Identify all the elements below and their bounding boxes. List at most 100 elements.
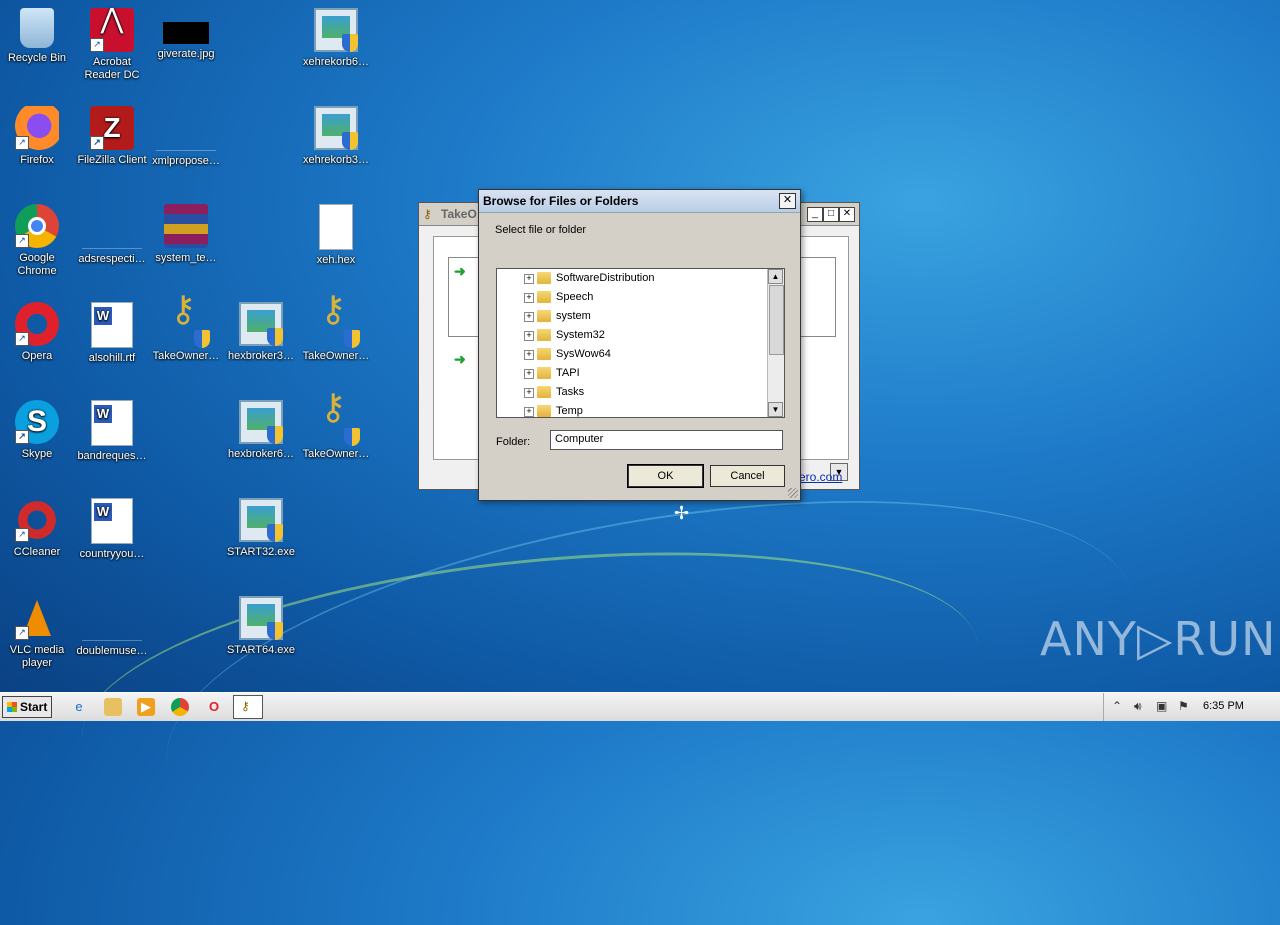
desktop-icon-chrome[interactable]: ↗ Google Chrome: [0, 204, 74, 278]
tree-item-label: SoftwareDistribution: [556, 272, 655, 284]
tree-item-label: Speech: [556, 291, 594, 303]
close-button[interactable]: ✕: [779, 193, 796, 209]
tree-item-label: Temp: [556, 405, 583, 417]
file-icon: [319, 204, 353, 250]
takeown-taskbar-button[interactable]: ⚷: [233, 695, 263, 719]
expand-icon[interactable]: +: [524, 312, 534, 322]
minimize-button[interactable]: _: [807, 207, 823, 222]
internet-explorer-icon[interactable]: e: [70, 698, 88, 716]
expand-icon[interactable]: +: [524, 331, 534, 341]
keys-icon: ⚷: [241, 699, 250, 713]
acrobat-icon: ↗: [90, 8, 134, 52]
desktop-icon-label: xeh.hex: [316, 254, 356, 266]
website-link[interactable]: ero.com: [799, 470, 842, 484]
desktop-icon-filezilla[interactable]: Z ↗ FileZilla Client: [75, 106, 149, 167]
close-button[interactable]: ✕: [839, 207, 855, 222]
expand-icon[interactable]: +: [524, 274, 534, 284]
desktop-icon-start64[interactable]: START64.exe: [224, 596, 298, 657]
desktop-icon-recycle-bin[interactable]: Recycle Bin: [0, 8, 74, 65]
desktop-icon-countryyou[interactable]: countryyou…: [75, 498, 149, 561]
desktop-icon-start32[interactable]: START32.exe: [224, 498, 298, 559]
scroll-up-icon[interactable]: ▲: [768, 269, 783, 284]
tree-item[interactable]: + Tasks: [497, 383, 767, 402]
expand-icon[interactable]: +: [524, 407, 534, 417]
keys-icon: [164, 302, 210, 348]
cancel-button[interactable]: Cancel: [710, 465, 785, 487]
dialog-title: Browse for Files or Folders: [483, 194, 639, 208]
tree-item[interactable]: + Temp: [497, 402, 767, 417]
desktop-icon-xehrekorb6[interactable]: xehrekorb6…: [299, 8, 373, 69]
clock[interactable]: 6:35 PM: [1203, 700, 1244, 712]
word-doc-icon: [91, 302, 133, 348]
desktop-icon-alsohill[interactable]: alsohill.rtf: [75, 302, 149, 365]
dialog-titlebar[interactable]: Browse for Files or Folders ✕: [479, 190, 800, 213]
tree-item[interactable]: + system: [497, 307, 767, 326]
file-explorer-icon[interactable]: [104, 698, 122, 716]
tree-item[interactable]: + System32: [497, 326, 767, 345]
maximize-button[interactable]: □: [823, 207, 839, 222]
shortcut-arrow-icon: ↗: [90, 136, 104, 150]
tree-item-label: system: [556, 310, 591, 322]
desktop-icon-label: Recycle Bin: [7, 52, 67, 64]
desktop-icon-xeh-hex[interactable]: xeh.hex: [299, 204, 373, 267]
desktop-icon-xehrekorb3[interactable]: xehrekorb3…: [299, 106, 373, 167]
scroll-down-icon[interactable]: ▼: [768, 402, 783, 417]
desktop-icon-doublemuse[interactable]: doublemuse…: [75, 596, 149, 658]
desktop-icon-bandreques[interactable]: bandreques…: [75, 400, 149, 463]
desktop-icon-xmlpropose[interactable]: xmlpropose…: [149, 106, 223, 168]
blank-file-icon: [156, 106, 216, 151]
scroll-thumb[interactable]: [769, 285, 784, 355]
desktop-icon-acrobat[interactable]: ↗ Acrobat Reader DC: [75, 8, 149, 82]
expand-icon[interactable]: +: [524, 369, 534, 379]
network-icon[interactable]: ▣: [1156, 699, 1167, 713]
folder-icon: [537, 310, 551, 322]
volume-icon[interactable]: 🔊︎: [1134, 699, 1142, 714]
folder-input[interactable]: Computer: [550, 430, 783, 450]
tree-scrollbar[interactable]: ▲ ▼: [767, 269, 784, 417]
browse-dialog[interactable]: Browse for Files or Folders ✕ Select fil…: [478, 189, 801, 501]
expand-icon[interactable]: +: [524, 293, 534, 303]
desktop-icon-skype[interactable]: S ↗ Skype: [0, 400, 74, 461]
expand-icon[interactable]: +: [524, 350, 534, 360]
media-player-icon[interactable]: ▶: [137, 698, 155, 716]
desktop-icon-label: xmlpropose…: [152, 155, 220, 167]
desktop-icon-label: xehrekorb6…: [302, 56, 370, 68]
desktop-icon-hexbroker3[interactable]: hexbroker3…: [224, 302, 298, 363]
resize-grip-icon[interactable]: [788, 488, 798, 498]
desktop-icon-firefox[interactable]: ↗ Firefox: [0, 106, 74, 167]
desktop-icon-takeowner-1[interactable]: TakeOwner…: [149, 302, 223, 363]
desktop-icon-system-te[interactable]: system_te…: [149, 204, 223, 265]
desktop-icon-hexbroker6[interactable]: hexbroker6…: [224, 400, 298, 461]
start-button[interactable]: Start: [2, 696, 52, 718]
desktop-icon-giverate[interactable]: giverate.jpg: [149, 8, 223, 61]
blank-file-icon: [82, 596, 142, 641]
desktop-icon-adsrespecti[interactable]: adsrespecti…: [75, 204, 149, 266]
tree-item[interactable]: + Speech: [497, 288, 767, 307]
folder-tree[interactable]: + SoftwareDistribution + Speech + system…: [496, 268, 785, 418]
desktop-icon-label: alsohill.rtf: [88, 352, 136, 364]
opera-icon[interactable]: O: [205, 698, 223, 716]
desktop-icon-label: Skype: [21, 448, 53, 460]
tree-item[interactable]: + TAPI: [497, 364, 767, 383]
show-hidden-icons-icon[interactable]: ⌃: [1112, 699, 1122, 713]
windows-logo-icon: [7, 702, 17, 712]
ok-button[interactable]: OK: [627, 464, 704, 488]
desktop-icon-takeowner-3[interactable]: TakeOwner…: [299, 400, 373, 461]
desktop-icon-label: adsrespecti…: [78, 253, 146, 265]
opera-icon: ↗: [15, 302, 59, 346]
takeown-title: TakeO: [441, 207, 477, 221]
action-center-flag-icon[interactable]: ⚑: [1178, 699, 1189, 713]
desktop-icon-opera[interactable]: ↗ Opera: [0, 302, 74, 363]
tree-item[interactable]: + SysWow64: [497, 345, 767, 364]
tree-item[interactable]: + SoftwareDistribution: [497, 269, 767, 288]
desktop-icon-label: TakeOwner…: [152, 350, 220, 362]
desktop-icon-label: Google Chrome: [17, 252, 57, 277]
tree-item-label: TAPI: [556, 367, 580, 379]
chrome-icon[interactable]: [171, 698, 189, 716]
taskbar: Start e ▶ O ⚷ ⌃ 🔊︎ ▣ ⚑ 6:35 PM: [0, 692, 1280, 721]
expand-icon[interactable]: +: [524, 388, 534, 398]
desktop-icon-vlc[interactable]: ↗ VLC media player: [0, 596, 74, 670]
desktop-icon-ccleaner[interactable]: ↗ CCleaner: [0, 498, 74, 559]
desktop-icon-takeowner-2[interactable]: TakeOwner…: [299, 302, 373, 363]
desktop-icon-label: hexbroker3…: [227, 350, 295, 362]
